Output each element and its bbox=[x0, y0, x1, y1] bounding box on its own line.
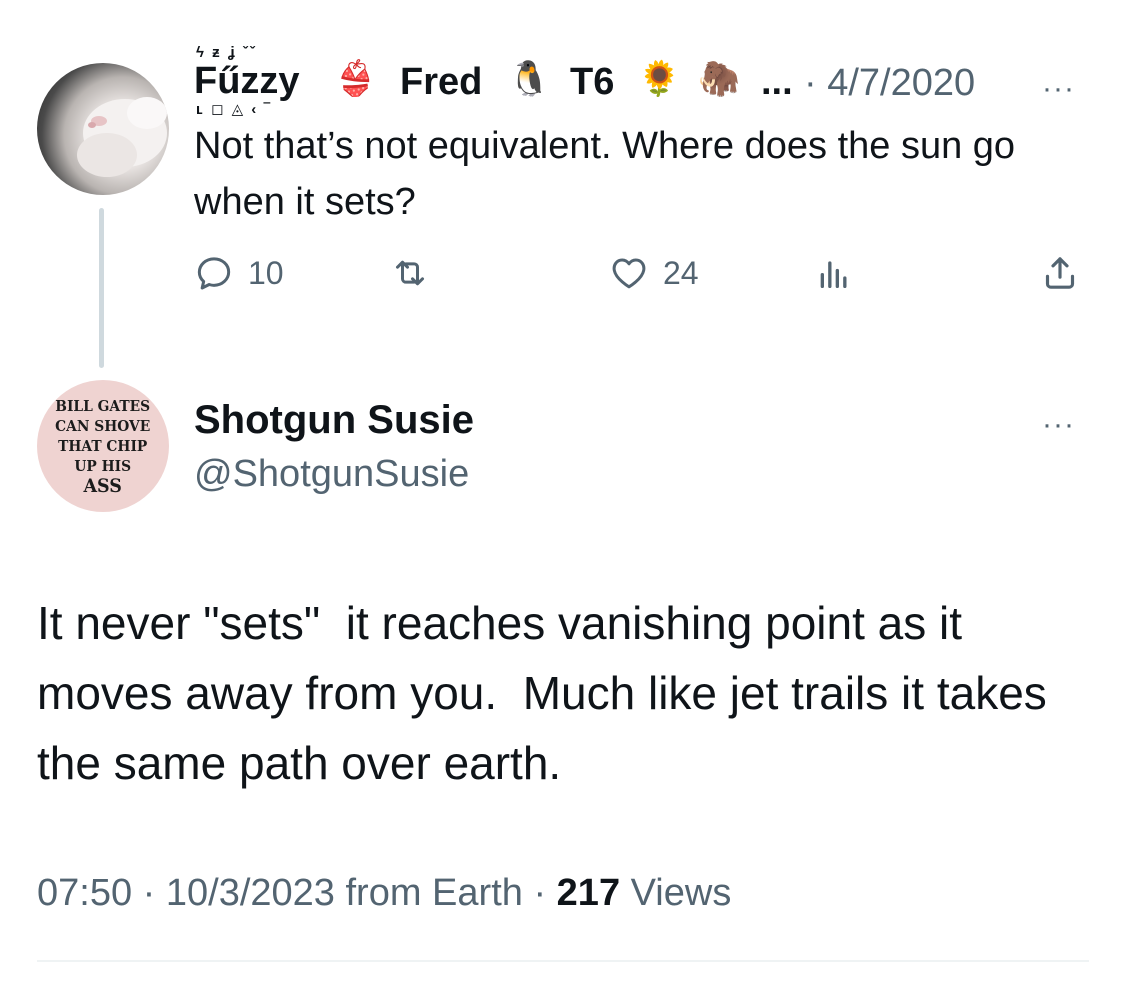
heart-icon bbox=[612, 258, 646, 289]
like-button[interactable]: 24 bbox=[609, 248, 699, 298]
avatar-text-line: UP HIS bbox=[74, 457, 132, 475]
retweet-button[interactable] bbox=[390, 248, 444, 298]
parent-tweet-text: Not that’s not equivalent. Where does th… bbox=[194, 125, 1016, 223]
share-icon bbox=[1045, 257, 1075, 289]
name-truncation: ... bbox=[761, 61, 793, 103]
tweet-source: from Earth bbox=[345, 872, 523, 914]
parent-display-name-part1[interactable]: Fűzzy bbox=[194, 60, 300, 103]
author-display-name[interactable]: Shotgun Susie bbox=[194, 398, 474, 443]
parent-display-name-part2[interactable]: Fred bbox=[400, 61, 482, 104]
tweet-date[interactable]: 10/3/2023 bbox=[166, 872, 335, 914]
parent-tweet-actions: 10 24 bbox=[194, 248, 1084, 308]
thread-connector-line bbox=[99, 208, 104, 368]
parent-tweet-date[interactable]: · 4/7/2020 bbox=[804, 62, 975, 105]
avatar-text-line: CAN SHOVE bbox=[55, 417, 151, 435]
reply-icon bbox=[197, 257, 231, 290]
bikini-emoji-icon: 👙 bbox=[334, 60, 377, 98]
separator: · bbox=[533, 872, 547, 914]
main-tweet-text: It never "sets" it reaches vanishing poi… bbox=[37, 597, 1060, 789]
reply-count: 10 bbox=[248, 254, 284, 291]
tweet-time[interactable]: 07:50 bbox=[37, 872, 132, 914]
avatar-text-line: BILL GATES bbox=[55, 397, 151, 415]
cat-photo bbox=[77, 97, 167, 177]
views-count: 217 bbox=[556, 872, 621, 914]
display-name-decoration-top: ϟ ƶ ʝ ˇˇ bbox=[196, 44, 257, 61]
separator: · bbox=[142, 872, 156, 914]
main-more-options-button[interactable]: ··· bbox=[1042, 408, 1075, 442]
parent-avatar[interactable] bbox=[37, 63, 169, 195]
penguin-emoji-icon: 🐧 bbox=[508, 60, 551, 98]
mammoth-emoji-icon: 🦣 bbox=[698, 60, 741, 98]
avatar-sign-text: BILL GATES CAN SHOVE THAT CHIP UP HIS AS… bbox=[55, 396, 150, 496]
avatar-text-line: ASS bbox=[83, 475, 123, 497]
display-name-decoration-bottom: ʟ ◻ ◬ ‹ ‾ bbox=[196, 101, 272, 118]
author-handle[interactable]: @ShotgunSusie bbox=[194, 453, 469, 496]
share-button[interactable] bbox=[1040, 248, 1080, 298]
parent-more-options-button[interactable]: ··· bbox=[1042, 72, 1075, 106]
author-avatar[interactable]: BILL GATES CAN SHOVE THAT CHIP UP HIS AS… bbox=[37, 380, 169, 512]
tweet-metadata: 07:50 · 10/3/2023 from Earth · 217 Views bbox=[37, 872, 731, 915]
avatar-text-line: THAT CHIP bbox=[58, 437, 148, 455]
views-label: Views bbox=[630, 872, 732, 914]
retweet-icon bbox=[396, 260, 424, 286]
sunflower-emoji-icon: 🌻 bbox=[638, 60, 681, 98]
parent-display-name-part3[interactable]: T6 bbox=[570, 61, 614, 104]
views-button[interactable] bbox=[814, 248, 854, 298]
like-count: 24 bbox=[663, 254, 699, 291]
reply-button[interactable]: 10 bbox=[194, 248, 284, 298]
analytics-icon bbox=[820, 261, 847, 288]
parent-tweet-header: ϟ ƶ ʝ ˇˇ Fűzzy ʟ ◻ ◬ ‹ ‾ 👙 Fred 🐧 T6 🌻 🦣… bbox=[194, 44, 1089, 118]
divider bbox=[37, 960, 1089, 962]
